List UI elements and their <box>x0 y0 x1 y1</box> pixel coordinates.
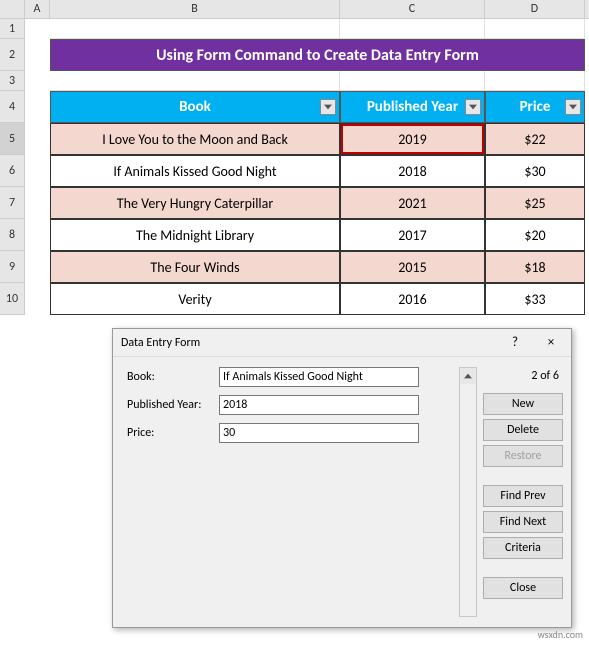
watermark: wsxdn.com <box>538 628 583 641</box>
row-1: 1 <box>0 19 589 39</box>
cell-d3[interactable] <box>485 71 585 91</box>
cell-year[interactable]: 2021 <box>340 187 485 219</box>
year-input[interactable] <box>219 395 419 415</box>
cell-book[interactable]: I Love You to the Moon and Back <box>50 123 340 155</box>
delete-button[interactable]: Delete <box>483 419 563 441</box>
select-all[interactable] <box>0 0 25 18</box>
row-header-6[interactable]: 6 <box>0 155 25 187</box>
cell-a4[interactable] <box>25 91 50 123</box>
spreadsheet: A B C D 1 2 Using Form Command to Create… <box>0 0 589 315</box>
cell-d1[interactable] <box>485 19 585 39</box>
cell-year[interactable]: 2015 <box>340 251 485 283</box>
filter-icon[interactable] <box>565 99 581 115</box>
cell-c1[interactable] <box>340 19 485 39</box>
year-label: Published Year: <box>127 398 219 412</box>
cell-book[interactable]: If Animals Kissed Good Night <box>50 155 340 187</box>
find-next-button[interactable]: Find Next <box>483 511 563 533</box>
cell-a7[interactable] <box>25 187 50 219</box>
row-header-5[interactable]: 5 <box>0 123 25 155</box>
row-3: 3 <box>0 71 589 91</box>
cell-price[interactable]: $18 <box>485 251 585 283</box>
scroll-up-icon[interactable] <box>460 368 476 384</box>
cell-price[interactable]: $30 <box>485 155 585 187</box>
col-header-b[interactable]: B <box>50 0 340 18</box>
cell-a3[interactable] <box>25 71 50 91</box>
cell-a1[interactable] <box>25 19 50 39</box>
cell-c3[interactable] <box>340 71 485 91</box>
row-header-7[interactable]: 7 <box>0 187 25 219</box>
dialog-titlebar: Data Entry Form ? × <box>113 329 571 357</box>
cell-a2[interactable] <box>25 39 50 71</box>
restore-button: Restore <box>483 445 563 467</box>
form-fields: Book: Published Year: Price: <box>127 367 453 617</box>
cell-b3[interactable] <box>50 71 340 91</box>
cell-book[interactable]: The Very Hungry Caterpillar <box>50 187 340 219</box>
row-header-3[interactable]: 3 <box>0 71 25 91</box>
row-header-9[interactable]: 9 <box>0 251 25 283</box>
help-button[interactable]: ? <box>503 335 527 350</box>
cell-b1[interactable] <box>50 19 340 39</box>
table-row: 9 The Four Winds 2015 $18 <box>0 251 589 283</box>
title-cell[interactable]: Using Form Command to Create Data Entry … <box>50 39 585 71</box>
cell-book[interactable]: The Four Winds <box>50 251 340 283</box>
criteria-button[interactable]: Criteria <box>483 537 563 559</box>
header-book[interactable]: Book <box>50 91 340 123</box>
table-row: 7 The Very Hungry Caterpillar 2021 $25 <box>0 187 589 219</box>
header-year[interactable]: Published Year <box>340 91 485 123</box>
col-header-d[interactable]: D <box>485 0 585 18</box>
close-button[interactable]: Close <box>483 577 563 599</box>
dialog-title-text: Data Entry Form <box>121 336 200 350</box>
cell-a6[interactable] <box>25 155 50 187</box>
filter-icon[interactable] <box>465 99 481 115</box>
cell-book[interactable]: Verity <box>50 283 340 315</box>
record-counter: 2 of 6 <box>483 367 563 389</box>
cell-book[interactable]: The Midnight Library <box>50 219 340 251</box>
form-scrollbar[interactable] <box>459 367 477 617</box>
row-2: 2 Using Form Command to Create Data Entr… <box>0 39 589 71</box>
data-entry-form-dialog: Data Entry Form ? × Book: Published Year… <box>112 328 572 628</box>
col-header-a[interactable]: A <box>25 0 50 18</box>
table-row: 8 The Midnight Library 2017 $20 <box>0 219 589 251</box>
filter-icon[interactable] <box>320 99 336 115</box>
table-row: 6 If Animals Kissed Good Night 2018 $30 <box>0 155 589 187</box>
cell-a9[interactable] <box>25 251 50 283</box>
column-headers: A B C D <box>0 0 589 19</box>
cell-year[interactable]: 2018 <box>340 155 485 187</box>
row-header-4[interactable]: 4 <box>0 91 25 123</box>
book-input[interactable] <box>219 367 419 387</box>
cell-year[interactable]: 2017 <box>340 219 485 251</box>
row-header-2[interactable]: 2 <box>0 39 25 71</box>
book-label: Book: <box>127 370 219 384</box>
find-prev-button[interactable]: Find Prev <box>483 485 563 507</box>
header-price-label: Price <box>520 98 551 116</box>
cell-year[interactable]: 2016 <box>340 283 485 315</box>
form-buttons: 2 of 6 New Delete Restore Find Prev Find… <box>483 367 563 617</box>
new-button[interactable]: New <box>483 393 563 415</box>
price-input[interactable] <box>219 423 419 443</box>
cell-a5[interactable] <box>25 123 50 155</box>
cell-price[interactable]: $20 <box>485 219 585 251</box>
row-header-10[interactable]: 10 <box>0 283 25 315</box>
row-header-1[interactable]: 1 <box>0 19 25 39</box>
table-row: 5 I Love You to the Moon and Back 2019 $… <box>0 123 589 155</box>
cell-a8[interactable] <box>25 219 50 251</box>
col-header-c[interactable]: C <box>340 0 485 18</box>
cell-year[interactable]: 2019 <box>340 123 485 155</box>
row-header-8[interactable]: 8 <box>0 219 25 251</box>
header-price[interactable]: Price <box>485 91 585 123</box>
table-row: 10 Verity 2016 $33 <box>0 283 589 315</box>
cell-a10[interactable] <box>25 283 50 315</box>
header-year-label: Published Year <box>367 98 458 116</box>
cell-price[interactable]: $25 <box>485 187 585 219</box>
header-book-label: Book <box>179 98 211 116</box>
price-label: Price: <box>127 426 219 440</box>
cell-price[interactable]: $33 <box>485 283 585 315</box>
close-icon[interactable]: × <box>539 335 563 350</box>
row-4: 4 Book Published Year Price <box>0 91 589 123</box>
cell-price[interactable]: $22 <box>485 123 585 155</box>
